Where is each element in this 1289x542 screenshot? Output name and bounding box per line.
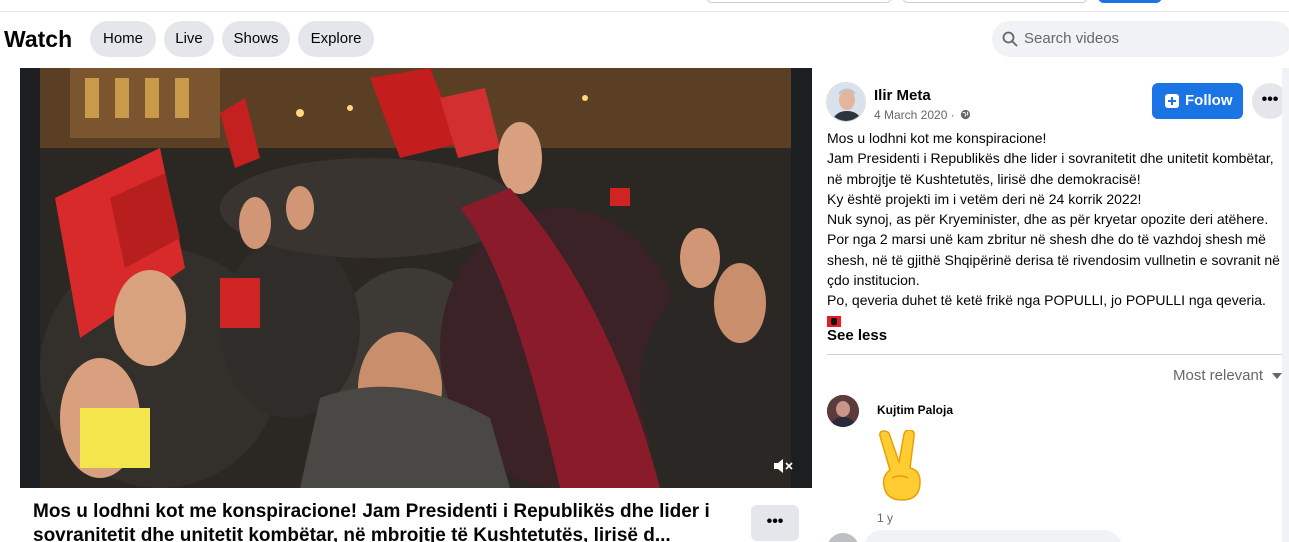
watch-header: Watch Home Live Shows Explore Search vid… — [0, 12, 1289, 68]
top-primary-button[interactable] — [1098, 0, 1162, 3]
comment-avatar[interactable] — [827, 533, 859, 542]
video-player[interactable] — [20, 68, 812, 488]
sort-label: Most relevant — [1173, 367, 1264, 384]
follow-button[interactable]: Follow — [1152, 83, 1243, 119]
comment-author[interactable]: Kujtim Paloja — [877, 403, 953, 417]
tab-shows[interactable]: Shows — [222, 21, 290, 57]
post-author[interactable]: Ilir Meta — [874, 87, 931, 104]
page-title: Watch — [4, 26, 73, 52]
post-side-panel: Ilir Meta 4 March 2020 · Follow ••• Mos … — [812, 68, 1289, 542]
caret-down-icon — [1272, 373, 1282, 379]
avatar[interactable] — [826, 82, 866, 122]
post-line: Nuk synoj, as për Kryeminister, dhe as p… — [827, 211, 1280, 289]
victory-hand-icon — [879, 430, 921, 501]
video-frame — [40, 68, 791, 488]
top-control-left[interactable] — [706, 0, 892, 3]
video-still-image — [40, 68, 791, 488]
post-line: Mos u lodhni kot me konspiracione! — [827, 130, 1047, 146]
post-line: Jam Presidenti i Republikës dhe lider i … — [827, 150, 1274, 187]
video-more-button[interactable]: ••• — [751, 505, 799, 541]
search-icon — [1002, 31, 1018, 47]
post-line: Ky është projekti im i vetëm deri në 24 … — [827, 190, 1142, 207]
comment-sort-dropdown[interactable]: Most relevant — [1173, 367, 1282, 384]
post-text: Mos u lodhni kot me konspiracione! Jam P… — [827, 128, 1289, 331]
post-date[interactable]: 4 March 2020 · — [874, 108, 971, 122]
globe-icon — [960, 109, 971, 120]
divider — [827, 354, 1287, 355]
tab-explore[interactable]: Explore — [298, 21, 374, 57]
follow-label: Follow — [1185, 92, 1233, 109]
comment-avatar[interactable] — [827, 395, 859, 427]
profile-photo — [827, 83, 865, 121]
search-input[interactable]: Search videos — [992, 21, 1289, 57]
video-title[interactable]: Mos u lodhni kot me konspiracione! Jam P… — [33, 500, 733, 542]
comment-bubble — [864, 530, 1122, 542]
post-date-text: 4 March 2020 · — [874, 108, 955, 122]
comment-time[interactable]: 1 y — [877, 511, 893, 525]
post-line: Po, qeveria duhet të ketë frikë nga POPU… — [827, 292, 1266, 309]
albania-flag-icon — [827, 316, 841, 328]
scrollbar[interactable] — [1282, 68, 1289, 542]
watch-page: Watch Home Live Shows Explore Search vid… — [0, 0, 1289, 542]
top-strip — [0, 0, 1289, 12]
search-placeholder: Search videos — [1024, 30, 1120, 47]
top-control-right[interactable] — [902, 0, 1088, 3]
tab-live[interactable]: Live — [164, 21, 214, 57]
more-dots-icon: ••• — [766, 513, 784, 530]
commenter-photo — [827, 395, 859, 427]
tab-home[interactable]: Home — [90, 21, 156, 57]
volume-muted-icon[interactable] — [772, 456, 794, 476]
see-less-link[interactable]: See less — [827, 327, 887, 344]
follow-plus-icon — [1165, 94, 1179, 108]
more-dots-icon: ••• — [1261, 91, 1279, 108]
